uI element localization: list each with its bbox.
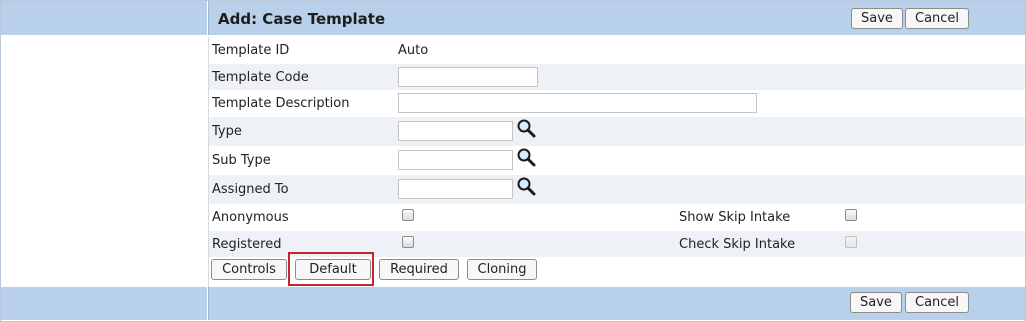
controls-button[interactable]: Controls xyxy=(211,259,287,280)
type-input[interactable] xyxy=(398,121,513,141)
footer-save-button[interactable]: Save xyxy=(850,292,902,313)
template-id-value: Auto xyxy=(398,43,429,58)
default-button-highlight xyxy=(288,252,374,286)
template-code-input[interactable] xyxy=(398,67,538,87)
sub-type-label: Sub Type xyxy=(212,153,271,168)
save-button[interactable]: Save xyxy=(851,8,903,29)
row-template-description: Template Description xyxy=(208,90,1025,117)
cloning-button[interactable]: Cloning xyxy=(467,259,537,280)
template-description-label: Template Description xyxy=(212,96,350,111)
type-label: Type xyxy=(212,124,242,139)
check-skip-intake-checkbox xyxy=(845,236,857,248)
template-description-input[interactable] xyxy=(398,93,757,113)
registered-checkbox[interactable] xyxy=(402,236,414,248)
template-id-label: Template ID xyxy=(212,43,290,58)
show-skip-intake-label: Show Skip Intake xyxy=(679,210,791,225)
form-footer: Save Cancel xyxy=(208,287,1025,320)
anonymous-label: Anonymous xyxy=(212,210,289,225)
sub-type-input[interactable] xyxy=(398,150,513,170)
row-sub-type: Sub Type xyxy=(208,146,1025,175)
row-type: Type xyxy=(208,117,1025,146)
registered-label: Registered xyxy=(212,237,282,252)
required-button[interactable]: Required xyxy=(379,259,459,280)
assigned-to-label: Assigned To xyxy=(212,182,289,197)
left-column-header xyxy=(1,1,207,35)
left-column-footer xyxy=(1,287,207,320)
assigned-to-input[interactable] xyxy=(398,179,513,199)
sub-type-lookup-search-icon[interactable] xyxy=(516,147,538,167)
page-title: Add: Case Template xyxy=(218,10,386,28)
footer-cancel-button[interactable]: Cancel xyxy=(905,292,970,313)
anonymous-checkbox[interactable] xyxy=(402,209,414,221)
type-lookup-search-icon[interactable] xyxy=(516,118,538,138)
check-skip-intake-label: Check Skip Intake xyxy=(679,237,796,252)
row-anonymous: Anonymous Show Skip Intake xyxy=(208,204,1025,231)
cancel-button[interactable]: Cancel xyxy=(905,8,970,29)
form-header: Add: Case Template Save Cancel xyxy=(208,1,1025,35)
row-template-id: Template ID Auto xyxy=(208,37,1025,64)
template-code-label: Template Code xyxy=(212,70,309,85)
row-template-code: Template Code xyxy=(208,64,1025,90)
row-assigned-to: Assigned To xyxy=(208,175,1025,204)
show-skip-intake-checkbox[interactable] xyxy=(845,209,857,221)
assigned-to-lookup-search-icon[interactable] xyxy=(516,176,538,196)
